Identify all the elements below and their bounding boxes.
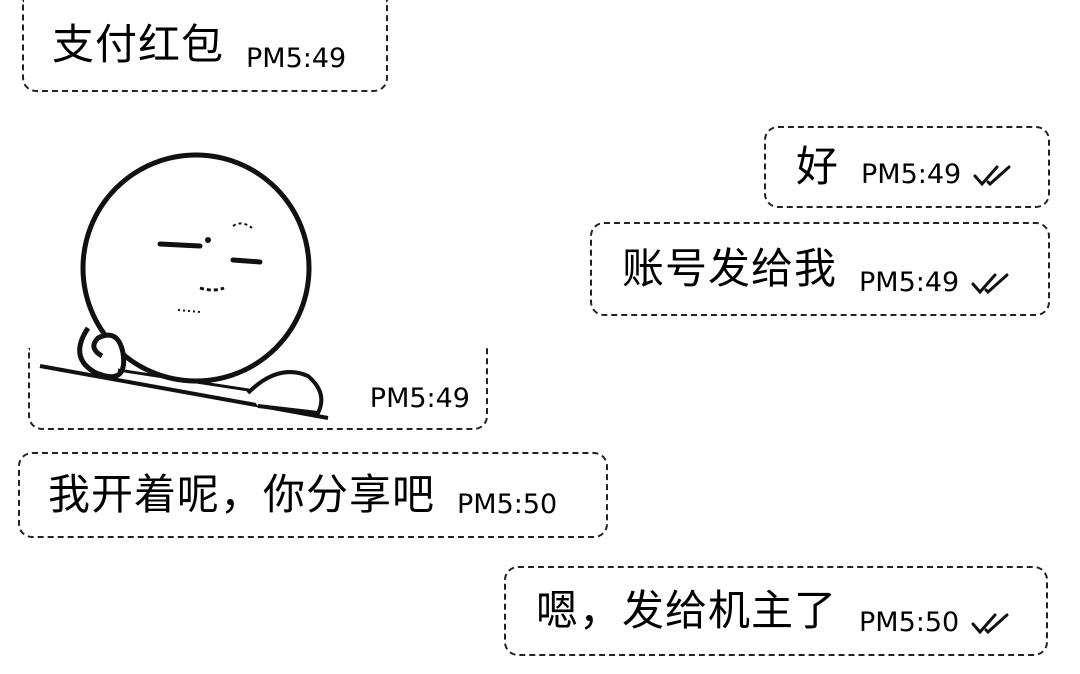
double-check-icon: [971, 273, 1009, 294]
message-time: PM5:49: [859, 267, 960, 298]
message-text: 好: [796, 142, 840, 191]
incoming-message-bubble[interactable]: 支付红包 PM5:49: [22, 0, 388, 92]
message-text: 我开着呢，你分享吧: [48, 470, 436, 519]
chat-thread: 支付红包 PM5:49 好 PM5:49 账号发给我 PM5:49 PM5:49…: [0, 0, 1080, 674]
double-check-icon: [973, 165, 1011, 186]
round-face-sticker-icon: [39, 152, 329, 420]
message-time: PM5:49: [369, 383, 470, 414]
message-text: 支付红包: [52, 20, 225, 69]
sticker-message[interactable]: PM5:49: [28, 148, 490, 430]
message-text: 嗯，发给机主了: [536, 586, 838, 635]
message-time: PM5:50: [859, 607, 960, 638]
double-check-icon: [971, 613, 1009, 634]
message-time: PM5:49: [861, 159, 962, 190]
message-time: PM5:49: [246, 43, 347, 74]
message-text: 账号发给我: [622, 244, 838, 293]
incoming-message-bubble[interactable]: 我开着呢，你分享吧 PM5:50: [18, 452, 608, 538]
outgoing-message-bubble[interactable]: 账号发给我 PM5:49: [590, 222, 1050, 316]
outgoing-message-bubble[interactable]: 好 PM5:49: [764, 126, 1050, 208]
outgoing-message-bubble[interactable]: 嗯，发给机主了 PM5:50: [504, 566, 1048, 656]
message-time: PM5:50: [457, 489, 558, 520]
